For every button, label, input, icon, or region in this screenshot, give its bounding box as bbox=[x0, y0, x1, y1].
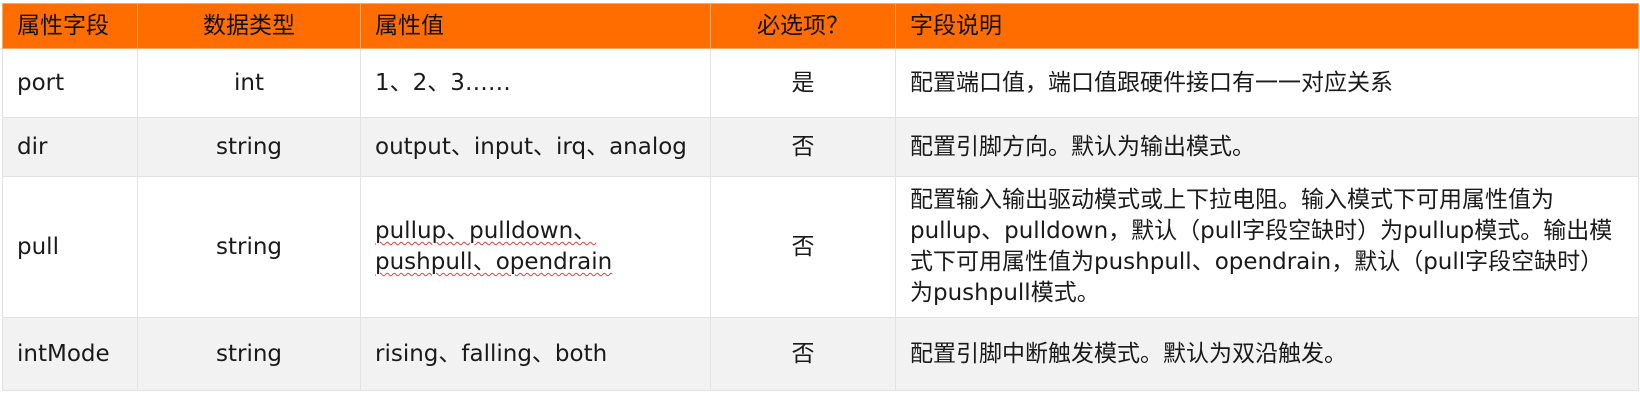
cell-field: port bbox=[2, 48, 138, 118]
page: 属性字段 数据类型 属性值 必选项？ 字段说明 port int 1、2、3……… bbox=[0, 0, 1640, 408]
cell-desc: 配置端口值，端口值跟硬件接口有一一对应关系 bbox=[895, 48, 1639, 118]
header-row: 属性字段 数据类型 属性值 必选项？ 字段说明 bbox=[2, 3, 1639, 49]
cell-required: 否 bbox=[710, 176, 896, 318]
header-field: 属性字段 bbox=[2, 3, 138, 49]
cell-value: output、input、irq、analog bbox=[360, 117, 711, 177]
cell-value: rising、falling、both bbox=[360, 317, 711, 391]
cell-field: intMode bbox=[2, 317, 138, 391]
header-desc: 字段说明 bbox=[895, 3, 1639, 49]
table-row: pull string pullup、pulldown、pushpull、ope… bbox=[2, 176, 1639, 318]
header-type: 数据类型 bbox=[137, 3, 361, 49]
property-table: 属性字段 数据类型 属性值 必选项？ 字段说明 port int 1、2、3……… bbox=[2, 3, 1639, 391]
cell-required: 否 bbox=[710, 317, 896, 391]
table-header: 属性字段 数据类型 属性值 必选项？ 字段说明 bbox=[2, 3, 1639, 49]
table-row: intMode string rising、falling、both 否 配置引… bbox=[2, 317, 1639, 391]
table-row: port int 1、2、3…… 是 配置端口值，端口值跟硬件接口有一一对应关系 bbox=[2, 48, 1639, 118]
cell-type: string bbox=[137, 176, 361, 318]
header-required: 必选项？ bbox=[710, 3, 896, 49]
cell-value: 1、2、3…… bbox=[360, 48, 711, 118]
spellcheck-text: pullup、pulldown、pushpull、opendrain bbox=[375, 218, 613, 275]
cell-required: 是 bbox=[710, 48, 896, 118]
table-body: port int 1、2、3…… 是 配置端口值，端口值跟硬件接口有一一对应关系… bbox=[2, 48, 1639, 391]
cell-desc: 配置引脚方向。默认为输出模式。 bbox=[895, 117, 1639, 177]
header-value: 属性值 bbox=[360, 3, 711, 49]
cell-field: dir bbox=[2, 117, 138, 177]
cell-type: string bbox=[137, 317, 361, 391]
cell-type: string bbox=[137, 117, 361, 177]
cell-field: pull bbox=[2, 176, 138, 318]
cell-desc: 配置输入输出驱动模式或上下拉电阻。输入模式下可用属性值为pullup、pulld… bbox=[895, 176, 1639, 318]
cell-desc: 配置引脚中断触发模式。默认为双沿触发。 bbox=[895, 317, 1639, 391]
cell-required: 否 bbox=[710, 117, 896, 177]
table-row: dir string output、input、irq、analog 否 配置引… bbox=[2, 117, 1639, 177]
cell-type: int bbox=[137, 48, 361, 118]
cell-value: pullup、pulldown、pushpull、opendrain bbox=[360, 176, 711, 318]
